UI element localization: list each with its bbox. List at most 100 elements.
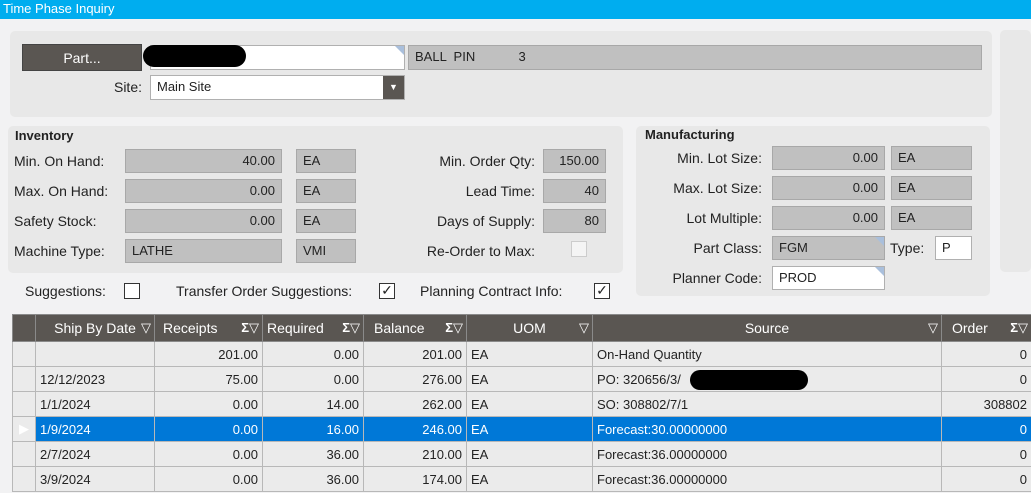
- row-selector[interactable]: [12, 466, 36, 492]
- row-selector[interactable]: [12, 441, 36, 467]
- column-header-ship-by-date[interactable]: Ship By Date ▽: [35, 314, 155, 342]
- part-description: BALL PIN 3: [408, 45, 982, 70]
- header-label: Source: [744, 320, 790, 336]
- filter-icon[interactable]: ▽: [928, 320, 938, 336]
- header-label: Order: [952, 320, 988, 336]
- row-selector[interactable]: [12, 366, 36, 392]
- planner-code-input[interactable]: PROD: [772, 266, 885, 290]
- cell-source: Forecast:30.00000000: [592, 416, 942, 442]
- type-input[interactable]: P: [935, 236, 972, 260]
- suggestions-checkbox[interactable]: [124, 283, 140, 299]
- cell-required: 0.00: [262, 341, 364, 367]
- window-title: Time Phase Inquiry: [0, 0, 1031, 19]
- lot-multiple-unit: EA: [891, 206, 972, 230]
- safety-stock-label: Safety Stock:: [14, 213, 97, 229]
- header-label: Required: [267, 320, 324, 336]
- suggestions-label: Suggestions:: [25, 283, 106, 299]
- row-selector[interactable]: [12, 391, 36, 417]
- row-selector[interactable]: ▶: [12, 416, 36, 442]
- inventory-title: Inventory: [15, 128, 74, 143]
- cell-ship-by-date: 3/9/2024: [35, 466, 155, 492]
- site-label: Site:: [113, 79, 142, 95]
- min-on-hand-unit: EA: [296, 149, 356, 173]
- column-header-order[interactable]: Order Σ▽: [941, 314, 1031, 342]
- filter-icon[interactable]: ▽: [141, 320, 151, 336]
- cell-uom: EA: [466, 391, 593, 417]
- min-order-qty-field: 150.00: [543, 149, 606, 173]
- column-header-receipts[interactable]: Receipts Σ▽: [154, 314, 263, 342]
- max-on-hand-unit: EA: [296, 179, 356, 203]
- cell-ship-by-date: 2/7/2024: [35, 441, 155, 467]
- cell-receipts: 0.00: [154, 441, 263, 467]
- cell-receipts: 75.00: [154, 366, 263, 392]
- lot-multiple-field: 0.00: [772, 206, 885, 230]
- column-header-required[interactable]: Required Σ▽: [262, 314, 364, 342]
- cell-order: 0: [941, 466, 1031, 492]
- machine-type-label: Machine Type:: [14, 243, 105, 259]
- cell-receipts: 0.00: [154, 416, 263, 442]
- part-class-field: FGM: [772, 236, 885, 260]
- min-lot-size-unit: EA: [891, 146, 972, 170]
- min-order-qty-label: Min. Order Qty:: [439, 153, 535, 169]
- sum-filter-icon[interactable]: Σ▽: [445, 320, 463, 336]
- sum-filter-icon[interactable]: Σ▽: [1010, 320, 1028, 336]
- safety-stock-unit: EA: [296, 209, 356, 233]
- cell-order: 0: [941, 416, 1031, 442]
- manufacturing-title: Manufacturing: [645, 127, 735, 142]
- max-lot-size-label: Max. Lot Size:: [673, 180, 762, 196]
- table-row[interactable]: 1/1/2024 0.00 14.00 262.00 EA SO: 308802/7/1 3…: [12, 391, 1031, 417]
- min-on-hand-field: 40.00: [125, 149, 282, 173]
- cell-balance: 210.00: [363, 441, 467, 467]
- cell-source: Forecast:36.00000000: [592, 441, 942, 467]
- column-header-source[interactable]: Source ▽: [592, 314, 942, 342]
- min-lot-size-label: Min. Lot Size:: [677, 150, 762, 166]
- part-group: [10, 31, 992, 117]
- reorder-to-max-label: Re-Order to Max:: [426, 243, 535, 259]
- part-button[interactable]: Part...: [22, 44, 142, 71]
- part-class-label: Part Class:: [693, 240, 762, 256]
- table-row[interactable]: 12/12/2023 75.00 0.00 276.00 EA PO: 320656/3/…: [12, 366, 1031, 392]
- header-label: Receipts: [163, 320, 218, 336]
- time-phase-grid: Ship By Date ▽ Receipts Σ▽ Required Σ▽ Bala…: [12, 314, 1031, 492]
- sum-filter-icon[interactable]: Σ▽: [342, 320, 360, 336]
- row-selector-header: [12, 314, 36, 342]
- table-row[interactable]: 2/7/2024 0.00 36.00 210.00 EA Forecast:36.000…: [12, 441, 1031, 467]
- cell-ship-by-date: 1/9/2024: [35, 416, 155, 442]
- cell-ship-by-date: 1/1/2024: [35, 391, 155, 417]
- cell-ship-by-date: 12/12/2023: [35, 366, 155, 392]
- grid-header: Ship By Date ▽ Receipts Σ▽ Required Σ▽ Bala…: [12, 314, 1031, 342]
- lot-multiple-label: Lot Multiple:: [686, 210, 762, 226]
- days-of-supply-field: 80: [543, 209, 606, 233]
- header-label: Balance: [374, 320, 425, 336]
- reorder-to-max-checkbox[interactable]: [571, 241, 587, 257]
- row-selector[interactable]: [12, 341, 36, 367]
- side-panel: [1000, 30, 1031, 272]
- cell-required: 36.00: [262, 441, 364, 467]
- transfer-order-suggestions-label: Transfer Order Suggestions:: [176, 283, 353, 299]
- transfer-order-suggestions-checkbox[interactable]: ✓: [379, 283, 395, 299]
- cell-uom: EA: [466, 341, 593, 367]
- redaction: [690, 370, 808, 390]
- cell-order: 0: [941, 366, 1031, 392]
- vmi-field: VMI: [296, 239, 356, 263]
- filter-icon[interactable]: ▽: [579, 320, 589, 336]
- column-header-balance[interactable]: Balance Σ▽: [363, 314, 467, 342]
- cell-required: 36.00: [262, 466, 364, 492]
- cell-order: 308802: [941, 391, 1031, 417]
- column-header-uom[interactable]: UOM ▽: [466, 314, 593, 342]
- cell-uom: EA: [466, 466, 593, 492]
- table-row[interactable]: ▶ 1/9/2024 0.00 16.00 246.00 EA Forecast:30.00…: [12, 416, 1031, 442]
- table-row[interactable]: 3/9/2024 0.00 36.00 174.00 EA Forecast:36.000…: [12, 466, 1031, 492]
- site-select[interactable]: Main Site: [150, 75, 405, 100]
- table-row[interactable]: 201.00 0.00 201.00 EA On-Hand Quantity 0: [12, 341, 1031, 367]
- cell-required: 16.00: [262, 416, 364, 442]
- cell-uom: EA: [466, 366, 593, 392]
- chevron-down-icon[interactable]: ▼: [383, 76, 404, 99]
- max-lot-size-field: 0.00: [772, 176, 885, 200]
- machine-type-field: LATHE: [125, 239, 282, 263]
- planning-contract-info-checkbox[interactable]: ✓: [594, 283, 610, 299]
- cell-ship-by-date: [35, 341, 155, 367]
- sum-filter-icon[interactable]: Σ▽: [241, 320, 259, 336]
- lead-time-label: Lead Time:: [465, 183, 535, 199]
- lead-time-field: 40: [543, 179, 606, 203]
